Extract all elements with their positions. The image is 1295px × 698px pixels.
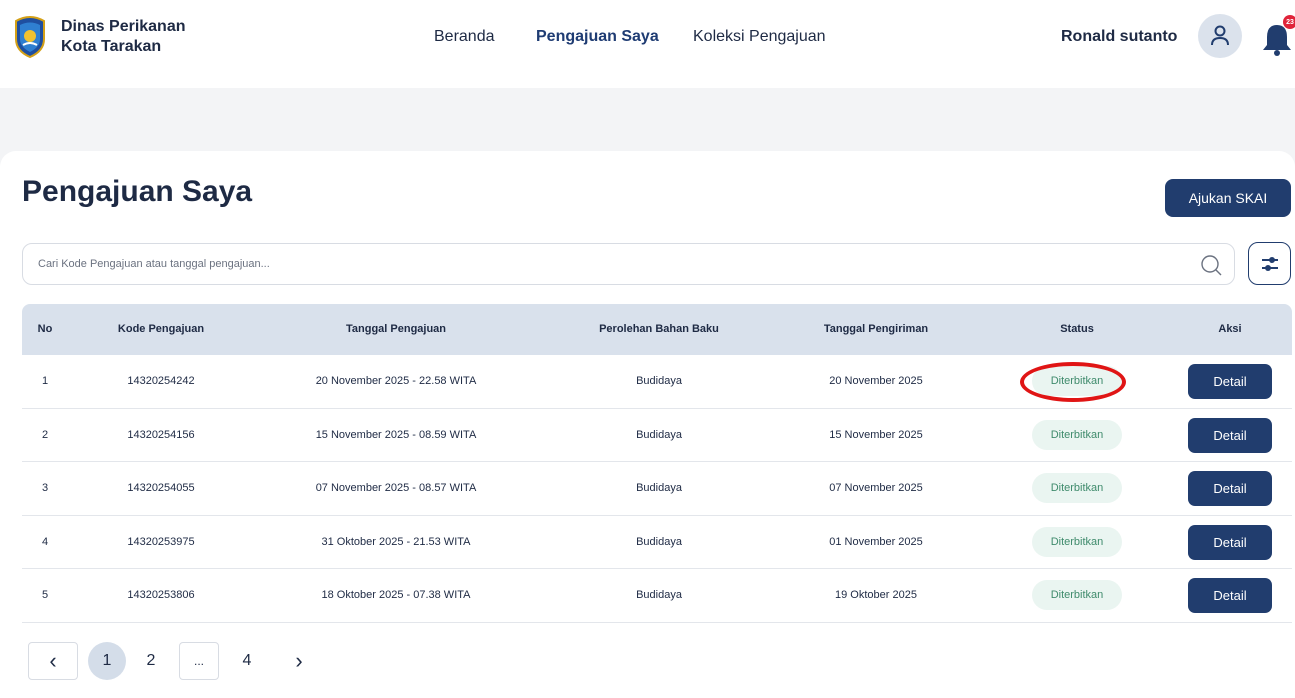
cell-kode: 14320254055 [127,482,195,495]
notification-badge: 23 [1283,15,1295,29]
column-header-tanggal: Tanggal Pengajuan [345,323,447,335]
page-title: Pengajuan Saya [22,175,253,208]
column-header-aksi: Aksi [1218,323,1242,335]
cell-bahan: Budidaya [636,482,682,495]
brand-line-1: Dinas Perikanan [61,18,186,35]
detail-button[interactable]: Detail [1188,417,1272,453]
search-placeholder: Cari Kode Pengajuan atau tanggal pengaju… [38,258,270,270]
user-icon [1211,25,1229,46]
cell-kode: 14320254242 [127,375,195,387]
column-header-bahan: Perolehan Bahan Baku [599,323,719,335]
brand-name[interactable]: Dinas Perikanan Kota Tarakan [61,17,186,57]
pagination-page-1[interactable]: 1 [88,642,126,680]
cell-kode: 14320253806 [127,589,195,602]
cell-kode: 14320254156 [127,428,195,441]
nav-pengajuan-saya[interactable]: Pengajuan Saya [536,28,659,46]
cell-no: 5 [41,589,49,602]
table-header: No Kode Pengajuan Tanggal Pengajuan Pero… [22,304,1292,355]
pagination-ellipsis[interactable]: ... [179,642,219,680]
detail-button[interactable]: Detail [1188,524,1272,560]
status-badge: Diterbitkan [1032,580,1122,611]
cell-no: 4 [41,535,49,548]
nav-koleksi-pengajuan[interactable]: Koleksi Pengajuan [693,28,826,46]
cell-pengiriman: 20 November 2025 [829,375,923,387]
cell-bahan: Budidaya [636,375,682,387]
cell-pengiriman: 19 Oktober 2025 [835,589,917,602]
search-icon[interactable] [1200,254,1222,276]
table-row: 5 14320253806 18 Oktober 2025 - 07.38 WI… [22,569,1292,623]
cell-bahan: Budidaya [636,535,682,548]
cell-tanggal: 15 November 2025 - 08.59 WITA [315,428,477,441]
cell-tanggal: 18 Oktober 2025 - 07.38 WITA [321,589,471,602]
status-badge: Diterbitkan [1032,526,1122,557]
top-navbar: Dinas Perikanan Kota Tarakan Beranda Pen… [0,0,1295,88]
detail-button[interactable]: Detail [1188,578,1272,614]
pagination-next[interactable]: › [280,642,318,680]
submissions-table: No Kode Pengajuan Tanggal Pengajuan Pero… [22,304,1292,623]
column-header-status: Status [1060,323,1094,335]
pagination-page-2[interactable]: 2 [132,642,170,680]
pagination-page-4[interactable]: 4 [228,642,266,680]
nav-beranda[interactable]: Beranda [434,28,495,46]
cell-tanggal: 20 November 2025 - 22.58 WITA [315,375,477,387]
column-header-no: No [37,323,53,335]
cell-no: 2 [41,428,49,441]
highlight-ellipse [1020,362,1126,402]
table-row: 3 14320254055 07 November 2025 - 08.57 W… [22,462,1292,516]
cell-pengiriman: 15 November 2025 [829,428,923,441]
logo-emblem-icon[interactable] [12,15,48,59]
filter-button[interactable] [1248,242,1291,285]
detail-button[interactable]: Detail [1188,471,1272,507]
cell-pengiriman: 01 November 2025 [829,535,923,548]
status-badge: Diterbitkan [1032,419,1122,450]
cell-bahan: Budidaya [636,428,682,441]
table-row: 2 14320254156 15 November 2025 - 08.59 W… [22,409,1292,463]
status-badge: Diterbitkan [1032,473,1122,504]
chevron-left-icon: ‹ [49,648,57,673]
ajukan-skai-button[interactable]: Ajukan SKAI [1165,179,1291,217]
avatar[interactable] [1198,14,1242,58]
table-row: 4 14320253975 31 Oktober 2025 - 21.53 WI… [22,516,1292,570]
chevron-right-icon: › [295,648,303,673]
search-input[interactable]: Cari Kode Pengajuan atau tanggal pengaju… [22,243,1235,285]
filter-sliders-icon [1261,256,1278,271]
cell-no: 3 [41,482,49,495]
cell-kode: 14320253975 [127,535,195,548]
cell-bahan: Budidaya [636,589,682,602]
brand-line-2: Kota Tarakan [61,38,162,55]
cell-tanggal: 07 November 2025 - 08.57 WITA [315,482,477,495]
user-name[interactable]: Ronald sutanto [1061,28,1177,46]
detail-button[interactable]: Detail [1188,364,1272,399]
cell-pengiriman: 07 November 2025 [829,482,923,495]
cell-tanggal: 31 Oktober 2025 - 21.53 WITA [321,535,471,548]
cell-no: 1 [41,375,49,387]
pagination-prev[interactable]: ‹ [28,642,78,680]
column-header-kode: Kode Pengajuan [117,323,205,335]
column-header-pengiriman: Tanggal Pengiriman [823,323,929,335]
